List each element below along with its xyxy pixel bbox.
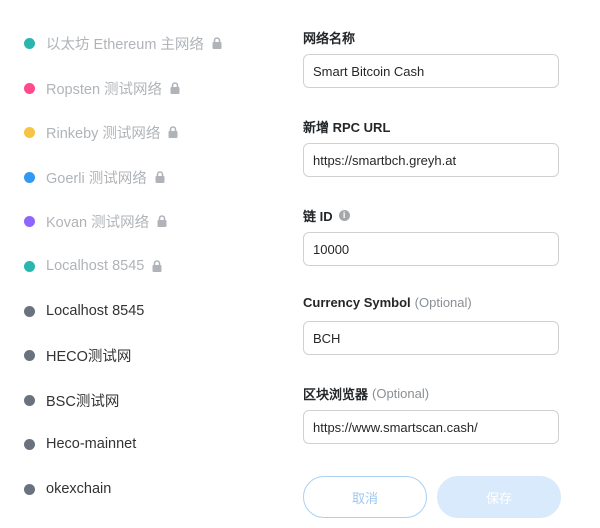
cancel-button[interactable]: 取消 <box>303 476 427 518</box>
network-item[interactable]: Rinkeby 测试网络 <box>24 117 178 147</box>
cancel-button-label: 取消 <box>351 490 378 506</box>
rpc-url-label-text: 新增 RPC URL <box>303 120 391 135</box>
currency-symbol-label-text: Currency Symbol <box>303 295 411 310</box>
network-item[interactable]: BSC测试网 <box>24 385 119 415</box>
network-color-dot <box>24 37 35 49</box>
network-color-dot <box>24 349 35 361</box>
lock-icon <box>212 37 222 49</box>
save-button-label: 保存 <box>485 490 512 506</box>
network-color-dot <box>24 394 35 406</box>
currency-symbol-input[interactable] <box>303 321 559 355</box>
network-item[interactable]: 以太坊 Ethereum 主网络 <box>24 28 222 58</box>
network-color-dot <box>24 260 35 272</box>
network-label: Heco-mainnet <box>46 436 137 452</box>
block-explorer-label: 区块浏览器 (Optional) <box>303 384 429 403</box>
rpc-url-input[interactable] <box>303 143 559 177</box>
lock-icon <box>152 260 162 272</box>
network-color-dot <box>24 215 35 227</box>
network-label: 以太坊 Ethereum 主网络 <box>46 36 204 53</box>
network-label: BSC测试网 <box>46 393 120 410</box>
network-color-dot <box>24 82 35 94</box>
chain-id-input[interactable] <box>303 232 559 266</box>
network-item[interactable]: Heco-mainnet <box>24 429 136 459</box>
network-item[interactable]: Localhost 8545 <box>24 296 144 326</box>
network-color-dot <box>24 171 35 183</box>
chain-id-label: 链 ID i <box>303 206 350 225</box>
network-list: 以太坊 Ethereum 主网络 Ropsten 测试网络 Rinkeby 测试网络… <box>0 0 270 528</box>
network-label: Localhost 8545 <box>46 258 145 274</box>
currency-symbol-label: Currency Symbol (Optional) <box>303 295 472 310</box>
network-label: Rinkeby 测试网络 <box>46 125 161 142</box>
lock-icon <box>168 126 178 138</box>
block-explorer-input[interactable] <box>303 410 559 444</box>
network-name-label-text: 网络名称 <box>303 31 356 46</box>
network-name-input[interactable] <box>303 54 559 88</box>
network-item[interactable]: Kovan 测试网络 <box>24 206 167 236</box>
network-color-dot <box>24 126 35 138</box>
chain-id-label-text: 链 ID <box>303 209 333 224</box>
network-label: okexchain <box>46 481 112 497</box>
lock-icon <box>155 171 165 183</box>
network-item[interactable]: okexchain <box>24 474 111 504</box>
network-label: Kovan 测试网络 <box>46 214 150 231</box>
network-color-dot <box>24 305 35 317</box>
network-item[interactable]: Goerli 测试网络 <box>24 162 165 192</box>
network-item[interactable]: Localhost 8545 <box>24 251 162 281</box>
network-color-dot <box>24 438 35 450</box>
network-label: HECO测试网 <box>46 348 132 365</box>
rpc-url-label: 新增 RPC URL <box>303 117 390 136</box>
info-icon[interactable]: i <box>338 210 350 221</box>
network-name-label: 网络名称 <box>303 28 355 47</box>
network-color-dot <box>24 483 35 495</box>
network-label: Goerli 测试网络 <box>46 170 147 187</box>
optional-hint: (Optional) <box>414 295 472 310</box>
lock-icon <box>157 215 167 227</box>
lock-icon <box>170 82 180 94</box>
save-button[interactable]: 保存 <box>437 476 561 518</box>
network-label: Localhost 8545 <box>46 303 145 319</box>
network-item[interactable]: Ropsten 测试网络 <box>24 73 180 103</box>
network-label: Ropsten 测试网络 <box>46 81 163 98</box>
network-item[interactable]: HECO测试网 <box>24 340 131 370</box>
block-explorer-label-text: 区块浏览器 <box>303 387 369 402</box>
optional-hint: (Optional) <box>372 386 430 401</box>
